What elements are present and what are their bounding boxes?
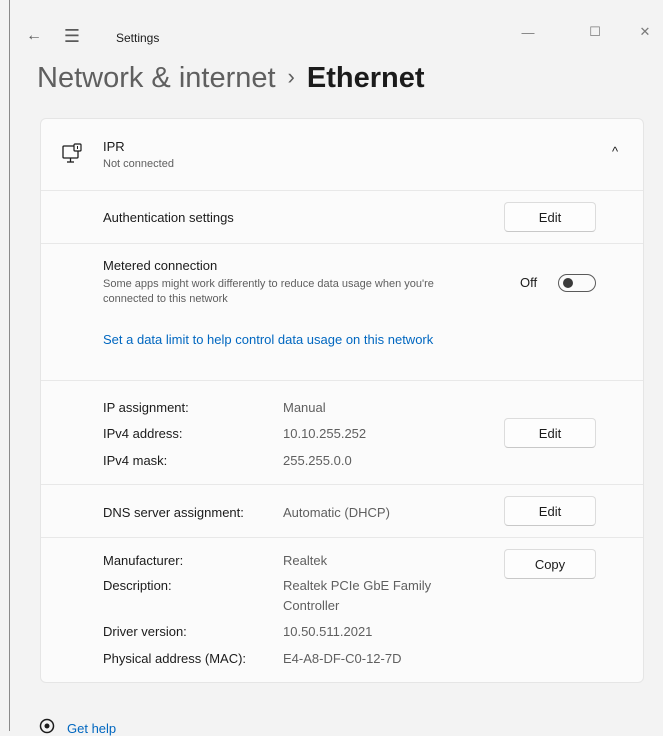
chevron-up-icon[interactable]: ^ xyxy=(612,144,618,159)
close-button[interactable]: ✕ xyxy=(633,22,657,42)
ethernet-icon xyxy=(62,143,82,163)
description-value-line1: Realtek PCIe GbE Family xyxy=(283,578,432,593)
breadcrumb: Network & internet › Ethernet xyxy=(37,62,425,95)
settings-window: ← ☰ Settings — ☐ ✕ Network & internet › Et… xyxy=(9,0,663,736)
help-icon xyxy=(39,718,55,734)
mac-address-label: Physical address (MAC): xyxy=(103,651,247,666)
breadcrumb-parent[interactable]: Network & internet xyxy=(37,62,276,94)
manufacturer-label: Manufacturer: xyxy=(103,553,184,568)
ipv4-address-value: 10.10.255.252 xyxy=(283,426,367,441)
minimize-button[interactable]: — xyxy=(516,22,540,42)
metered-description-line1: Some apps might work differently to redu… xyxy=(103,278,434,290)
ipv4-mask-value: 255.255.0.0 xyxy=(283,453,352,468)
get-help-link[interactable]: Get help xyxy=(67,721,116,736)
authentication-row: Authentication settings Edit xyxy=(41,190,643,244)
adapter-name: IPR xyxy=(103,139,125,154)
authentication-edit-button[interactable]: Edit xyxy=(504,202,596,232)
ip-edit-button[interactable]: Edit xyxy=(504,418,596,448)
app-title: Settings xyxy=(116,31,160,45)
adapter-header[interactable]: IPR Not connected ^ xyxy=(41,119,643,190)
copy-button[interactable]: Copy xyxy=(504,549,596,579)
metered-description-line2: connected to this network xyxy=(103,293,228,305)
ethernet-card: IPR Not connected ^ Authentication setti… xyxy=(40,118,644,683)
dns-row: DNS server assignment: Automatic (DHCP) … xyxy=(41,484,643,538)
title-bar: ← ☰ Settings — ☐ ✕ xyxy=(10,0,663,46)
manufacturer-value: Realtek xyxy=(283,553,328,568)
toggle-knob xyxy=(563,278,573,288)
hamburger-menu-icon[interactable]: ☰ xyxy=(62,26,82,46)
driver-version-label: Driver version: xyxy=(103,624,187,639)
metered-state: Off xyxy=(520,275,538,290)
ipv4-mask-label: IPv4 mask: xyxy=(103,453,168,468)
description-label: Description: xyxy=(103,578,172,593)
dns-label: DNS server assignment: xyxy=(103,505,244,520)
ipv4-address-label: IPv4 address: xyxy=(103,426,183,441)
dns-edit-button[interactable]: Edit xyxy=(504,496,596,526)
metered-toggle[interactable] xyxy=(558,274,596,292)
breadcrumb-separator-icon: › xyxy=(287,64,295,89)
adapter-status: Not connected xyxy=(103,158,174,170)
metered-connection-row: Metered connection Some apps might work … xyxy=(41,243,643,381)
ip-settings-row: IP assignment: Manual IPv4 address: 10.1… xyxy=(41,380,643,485)
maximize-button[interactable]: ☐ xyxy=(583,22,607,42)
data-limit-link[interactable]: Set a data limit to help control data us… xyxy=(103,332,433,347)
ip-assignment-value: Manual xyxy=(283,400,326,415)
adapter-details-row: Manufacturer: Realtek Description: Realt… xyxy=(41,537,643,683)
page-title: Ethernet xyxy=(306,62,425,94)
authentication-label: Authentication settings xyxy=(103,210,234,225)
ip-assignment-label: IP assignment: xyxy=(103,400,189,415)
dns-value: Automatic (DHCP) xyxy=(283,505,390,520)
driver-version-value: 10.50.511.2021 xyxy=(283,624,373,639)
metered-title: Metered connection xyxy=(103,258,218,273)
description-value-line2: Controller xyxy=(283,598,340,613)
mac-address-value: E4-A8-DF-C0-12-7D xyxy=(283,651,402,666)
back-arrow-icon[interactable]: ← xyxy=(24,26,44,46)
